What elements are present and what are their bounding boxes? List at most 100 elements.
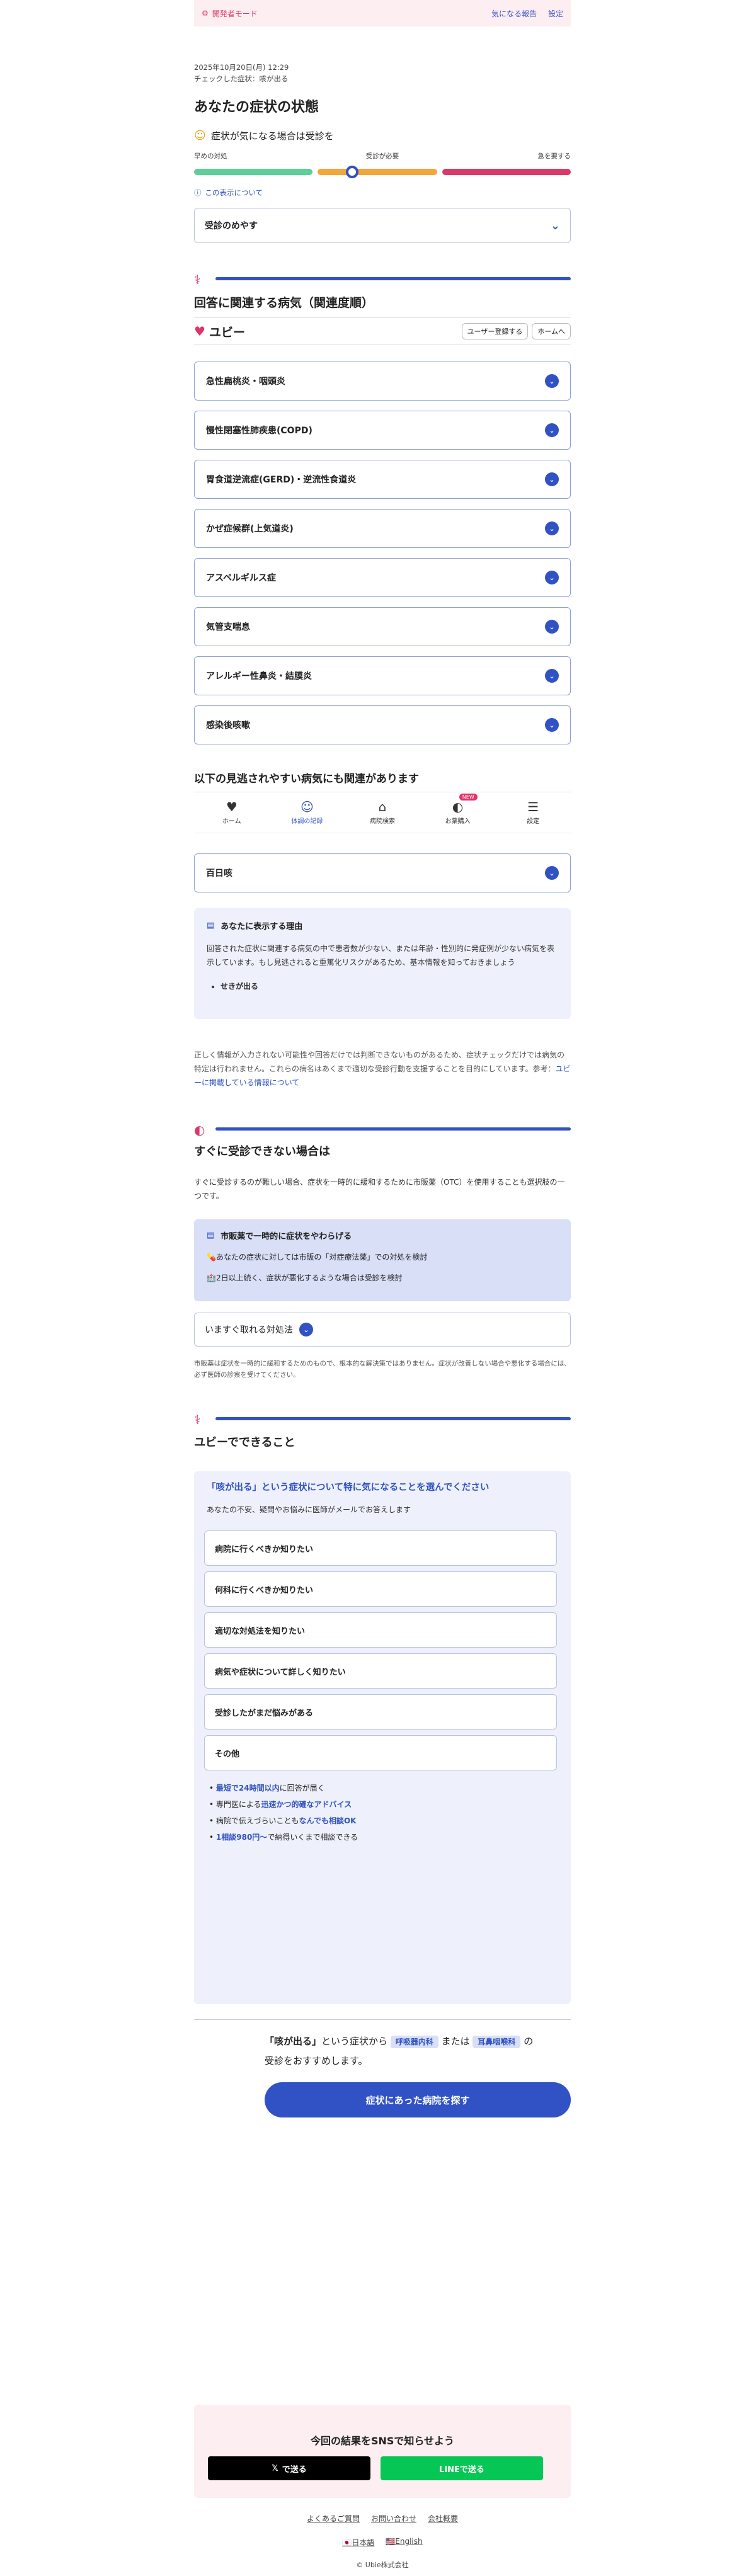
us-flag-icon: 🇺🇸 bbox=[386, 2537, 396, 2546]
footer-links: よくあるご質問 お問い合わせ 会社概要 bbox=[194, 2513, 571, 2524]
report-link[interactable]: 気になる報告 bbox=[491, 8, 537, 19]
disease-name: アスペルギルス症 bbox=[206, 573, 277, 583]
language-links: 🇯🇵日本語 🇺🇸English bbox=[194, 2537, 571, 2548]
lang-en-link[interactable]: 🇺🇸English bbox=[386, 2537, 422, 2548]
chevron-down-icon[interactable]: ⌄ bbox=[545, 620, 559, 634]
disease-name: 感染後咳嗽 bbox=[206, 721, 250, 731]
chevron-down-icon[interactable]: ⌄ bbox=[545, 472, 559, 486]
chevron-down-icon[interactable]: ⌄ bbox=[545, 423, 559, 437]
scale-right-label: 急を要する bbox=[537, 152, 571, 160]
nav-label: お薬購入 bbox=[445, 818, 471, 825]
heart-icon: ♥ bbox=[226, 799, 238, 814]
developer-mode-label: 開発者モード bbox=[212, 9, 258, 18]
gear-icon: ⚙ bbox=[202, 9, 209, 18]
disease-list: 急性扁桃炎・咽頭炎 ⌄ 慢性閉塞性肺疾患(COPD) ⌄ 胃食道逆流症(GERD)・逆流… bbox=[194, 362, 571, 746]
disease-item[interactable]: 気管支喘息 ⌄ bbox=[194, 607, 571, 646]
result-datetime: 2025年10月20日(月) 12:29 bbox=[194, 63, 289, 72]
about-display-link[interactable]: ⓘ この表示について bbox=[194, 188, 571, 198]
checked-symptom: チェックした症状：咳が出る bbox=[194, 74, 289, 83]
nav-label: 病院検索 bbox=[369, 818, 395, 825]
question-option[interactable]: その他 bbox=[204, 1735, 557, 1770]
chevron-down-icon: ⌄ bbox=[299, 1323, 313, 1336]
disclaimer: 正しく情報が入力されない可能性や回答だけでは判断できないものがあるため、症状チェ… bbox=[194, 1048, 571, 1090]
otc-heading: すぐに受診できない場合は bbox=[194, 1145, 330, 1158]
disease-item[interactable]: 胃食道逆流症(GERD)・逆流性食道炎 ⌄ bbox=[194, 460, 571, 499]
chevron-down-icon[interactable]: ⌄ bbox=[545, 571, 559, 584]
share-x-button[interactable]: 𝕏 で送る bbox=[208, 2456, 370, 2480]
faq-link[interactable]: よくあるご質問 bbox=[307, 2513, 360, 2524]
settings-link[interactable]: 設定 bbox=[548, 8, 563, 19]
disease-name: 気管支喘息 bbox=[206, 622, 250, 632]
advice-row: ☺ 症状が気になる場合は受診を bbox=[194, 129, 571, 142]
otc-box-title: 市販薬で一時的に症状をやわらげる bbox=[220, 1232, 352, 1241]
sns-title: 今回の結果をSNSで知らせよう bbox=[310, 2435, 455, 2447]
share-x-label: で送る bbox=[282, 2465, 307, 2475]
bullet-bold: 1相談980円〜 bbox=[215, 1833, 268, 1842]
disease-item[interactable]: かぜ症候群(上気道炎) ⌄ bbox=[194, 509, 571, 548]
nav-item[interactable]: ☺ 体調の記録 bbox=[270, 792, 345, 833]
disease-item[interactable]: アレルギー性鼻炎・結膜炎 ⌄ bbox=[194, 656, 571, 695]
question-option[interactable]: 病院に行くべきか知りたい bbox=[204, 1530, 557, 1566]
nav-item[interactable]: ◐ お薬購入 NEW bbox=[420, 792, 496, 833]
question-option[interactable]: 適切な対処法を知りたい bbox=[204, 1612, 557, 1648]
otc-box: ▤ 市販薬で一時的に症状をやわらげる 💊あなたの症状に対しては市販の「対症療法薬」… bbox=[194, 1219, 571, 1301]
question-title: 「咳が出る」という症状について特に気になることを選んでください bbox=[207, 1483, 490, 1493]
scale-left-label: 早めの対処 bbox=[194, 152, 227, 160]
guide-dropdown[interactable]: 受診のめやす ⌄ bbox=[194, 208, 571, 243]
question-circle-icon: ⓘ bbox=[194, 188, 202, 197]
dept-tag-ent: 耳鼻咽喉科 bbox=[472, 2036, 521, 2048]
question-option[interactable]: 何科に行くべきか知りたい bbox=[204, 1571, 557, 1607]
scale-red-segment bbox=[442, 169, 571, 175]
bullet-plain: 病院で伝えづらいことも bbox=[215, 1816, 299, 1825]
chevron-down-icon[interactable]: ⌄ bbox=[545, 521, 559, 535]
scale-indicator bbox=[346, 166, 359, 178]
rec-or: または bbox=[441, 2036, 470, 2047]
share-line-button[interactable]: LINEで送る bbox=[381, 2456, 543, 2480]
disease-item[interactable]: 急性扁桃炎・咽頭炎 ⌄ bbox=[194, 362, 571, 401]
otc-dropdown[interactable]: いますぐ取れる対処法 ⌄ bbox=[194, 1313, 571, 1347]
question-option[interactable]: 受診したがまだ悩みがある bbox=[204, 1694, 557, 1730]
chevron-down-icon[interactable]: ⌄ bbox=[545, 669, 559, 683]
lang-ja-label: 日本語 bbox=[352, 2538, 375, 2547]
stethoscope-icon: ⚕ bbox=[194, 272, 201, 287]
bullet-bold: 最短で24時間以内 bbox=[215, 1784, 280, 1792]
chevron-down-icon[interactable]: ⌄ bbox=[545, 866, 559, 880]
reason-title: あなたに表示する理由 bbox=[220, 922, 303, 932]
overlooked-disease-item[interactable]: 百日咳 ⌄ bbox=[194, 853, 571, 892]
guide-dropdown-label: 受診のめやす bbox=[205, 221, 258, 231]
chevron-down-icon[interactable]: ⌄ bbox=[545, 374, 559, 388]
contact-link[interactable]: お問い合わせ bbox=[371, 2513, 416, 2524]
chevron-down-icon[interactable]: ⌄ bbox=[545, 718, 559, 732]
disease-item[interactable]: 慢性閉塞性肺疾患(COPD) ⌄ bbox=[194, 411, 571, 450]
clipboard-icon: ▤ bbox=[207, 921, 215, 930]
find-hospital-button[interactable]: 症状にあった病院を探す bbox=[265, 2082, 571, 2117]
lang-ja-link[interactable]: 🇯🇵日本語 bbox=[342, 2537, 374, 2548]
page-title: あなたの症状の状態 bbox=[194, 100, 319, 115]
nav-label: 体調の記録 bbox=[291, 818, 323, 825]
pill-icon: ◐ bbox=[452, 799, 464, 814]
rec-line2: 受診をおすすめします。 bbox=[265, 2055, 368, 2066]
bullet-plain: 専門医による bbox=[215, 1800, 261, 1809]
register-button[interactable]: ユーザー登録する bbox=[461, 323, 529, 339]
developer-mode[interactable]: ⚙ 開発者モード bbox=[202, 8, 258, 19]
overlooked-heading: 以下の見逃されやすい病気にも関連があります bbox=[194, 773, 419, 785]
home-button[interactable]: ホームへ bbox=[532, 323, 571, 339]
disclaimer-text: 正しく情報が入力されない可能性や回答だけでは判断できないものがあるため、症状チェ… bbox=[194, 1051, 565, 1073]
disease-name: 急性扁桃炎・咽頭炎 bbox=[206, 377, 285, 387]
about-display-label: この表示について bbox=[205, 188, 263, 197]
scale-middle-label: 受診が必要 bbox=[365, 152, 399, 160]
nav-item[interactable]: ♥ ホーム bbox=[194, 792, 270, 833]
disease-item[interactable]: アスペルギルス症 ⌄ bbox=[194, 558, 571, 597]
company-link[interactable]: 会社概要 bbox=[428, 2513, 458, 2524]
urgency-scale bbox=[194, 166, 571, 178]
bullet-bold: 迅速かつ的確なアドバイス bbox=[261, 1800, 352, 1809]
sliders-icon: ☰ bbox=[527, 799, 539, 814]
nav-item[interactable]: ⌂ 病院検索 bbox=[345, 792, 420, 833]
disease-name: 百日咳 bbox=[206, 869, 232, 879]
reason-bullet: せきが出る bbox=[220, 981, 558, 991]
nav-item[interactable]: ☰ 設定 bbox=[495, 792, 571, 833]
disease-name: アレルギー性鼻炎・結膜炎 bbox=[206, 671, 312, 681]
disease-item[interactable]: 感染後咳嗽 ⌄ bbox=[194, 705, 571, 744]
bullet-rest: に回答が届く bbox=[279, 1784, 325, 1792]
question-option[interactable]: 病気や症状について詳しく知りたい bbox=[204, 1653, 557, 1689]
